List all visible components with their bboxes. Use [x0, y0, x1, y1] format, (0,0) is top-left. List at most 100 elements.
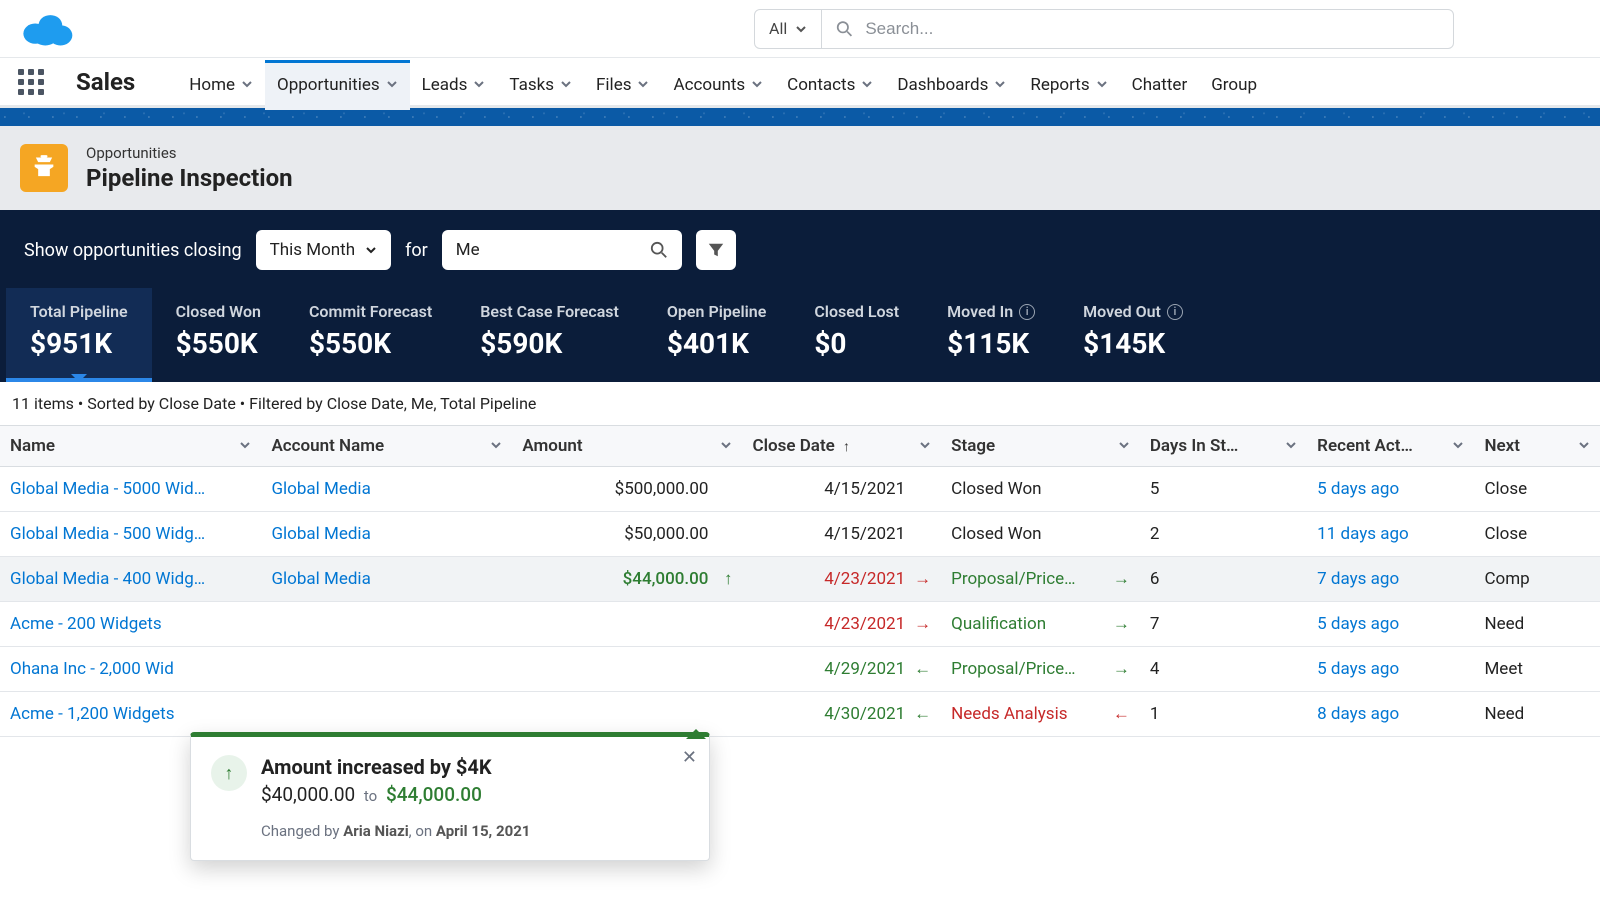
- nav-label: Reports: [1030, 75, 1089, 95]
- column-close-date[interactable]: Close Date ↑: [742, 426, 941, 467]
- popover-to-text: to: [364, 787, 377, 805]
- metric-closed-lost[interactable]: Closed Lost$0: [790, 288, 923, 382]
- recent-activity-link[interactable]: 5 days ago: [1317, 659, 1399, 679]
- chevron-down-icon[interactable]: [720, 436, 732, 456]
- chevron-down-icon[interactable]: [919, 436, 931, 456]
- filter-button[interactable]: [696, 230, 736, 270]
- opportunity-link[interactable]: Global Media - 400 Widg…: [10, 569, 205, 589]
- chevron-down-icon[interactable]: [637, 75, 649, 95]
- chevron-down-icon[interactable]: [994, 75, 1006, 95]
- column-amount[interactable]: Amount: [512, 426, 742, 467]
- close-icon[interactable]: ✕: [682, 747, 697, 768]
- metric-value: $401K: [667, 327, 766, 360]
- owner-value: Me: [456, 240, 480, 260]
- nav-files[interactable]: Files: [584, 60, 661, 110]
- arrow-icon: →: [1113, 659, 1130, 679]
- amount-change-popover: ✕ ↑ Amount increased by $4K $40,000.00 t…: [190, 732, 710, 861]
- nav-tasks[interactable]: Tasks: [497, 60, 584, 110]
- global-search[interactable]: All: [754, 9, 1454, 49]
- metric-label: Open Pipeline: [667, 302, 766, 321]
- cell-next: Close: [1474, 512, 1600, 557]
- nav-group[interactable]: Group: [1199, 60, 1269, 110]
- metric-moved-in[interactable]: Moved Ini$115K: [923, 288, 1059, 382]
- nav-chatter[interactable]: Chatter: [1120, 60, 1200, 110]
- chevron-down-icon[interactable]: [241, 75, 253, 95]
- cell-next: Meet: [1474, 647, 1600, 692]
- app-name: Sales: [76, 68, 135, 96]
- table-row: Ohana Inc - 2,000 Wid4/29/2021←Proposal/…: [0, 647, 1600, 692]
- chevron-down-icon[interactable]: [861, 75, 873, 95]
- metric-value: $590K: [480, 327, 619, 360]
- cell-stage: Needs Analysis←: [941, 692, 1140, 737]
- cell-next: Need: [1474, 602, 1600, 647]
- nav-contacts[interactable]: Contacts: [775, 60, 885, 110]
- opportunity-link[interactable]: Global Media - 500 Widg…: [10, 524, 205, 544]
- search-input[interactable]: [865, 19, 1439, 39]
- recent-activity-link[interactable]: 8 days ago: [1317, 704, 1399, 724]
- close-period-selector[interactable]: This Month: [256, 230, 391, 270]
- cell-close-date: 4/23/2021→: [742, 602, 941, 647]
- nav-leads[interactable]: Leads: [410, 60, 498, 110]
- nav-opportunities[interactable]: Opportunities: [265, 60, 410, 110]
- chevron-down-icon[interactable]: [1096, 75, 1108, 95]
- account-link[interactable]: Global Media: [271, 569, 370, 589]
- popover-values: $40,000.00 to $44,000.00: [261, 783, 492, 806]
- recent-activity-link[interactable]: 5 days ago: [1317, 614, 1399, 634]
- chevron-down-icon[interactable]: [560, 75, 572, 95]
- opportunity-link[interactable]: Acme - 200 Widgets: [10, 614, 162, 634]
- cell-stage: Closed Won: [941, 512, 1140, 557]
- metric-best-case-forecast[interactable]: Best Case Forecast $590K: [456, 288, 643, 382]
- recent-activity-link[interactable]: 11 days ago: [1317, 524, 1409, 544]
- chevron-down-icon[interactable]: [1118, 436, 1130, 456]
- owner-selector[interactable]: Me: [442, 230, 682, 270]
- metric-moved-out[interactable]: Moved Outi$145K: [1059, 288, 1207, 382]
- column-account-name[interactable]: Account Name: [261, 426, 512, 467]
- account-link[interactable]: Global Media: [271, 479, 370, 499]
- nav-reports[interactable]: Reports: [1018, 60, 1119, 110]
- chevron-down-icon[interactable]: [473, 75, 485, 95]
- cell-account: [261, 692, 512, 737]
- column-next[interactable]: Next: [1474, 426, 1600, 467]
- chevron-down-icon[interactable]: [1285, 436, 1297, 456]
- account-link[interactable]: Global Media: [271, 524, 370, 544]
- arrow-up-icon: ↑: [211, 755, 247, 791]
- search-icon: [836, 20, 853, 38]
- opportunity-link[interactable]: Global Media - 5000 Wid…: [10, 479, 205, 499]
- opportunity-link[interactable]: Acme - 1,200 Widgets: [10, 704, 175, 724]
- cell-stage: Closed Won: [941, 467, 1140, 512]
- chevron-down-icon[interactable]: [1452, 436, 1464, 456]
- metric-open-pipeline[interactable]: Open Pipeline $401K: [643, 288, 790, 382]
- nav-label: Chatter: [1132, 75, 1188, 95]
- metric-closed-won[interactable]: Closed Won$550K: [152, 288, 285, 382]
- metric-label: Best Case Forecast: [480, 302, 619, 321]
- nav-home[interactable]: Home: [177, 60, 265, 110]
- opportunity-icon: [20, 144, 68, 192]
- recent-activity-link[interactable]: 5 days ago: [1317, 479, 1399, 499]
- arrow-icon: →: [1113, 614, 1130, 634]
- nav-label: Accounts: [673, 75, 745, 95]
- metric-commit-forecast[interactable]: Commit Forecast$550K: [285, 288, 456, 382]
- info-icon[interactable]: i: [1167, 304, 1183, 320]
- info-icon[interactable]: i: [1019, 304, 1035, 320]
- nav-accounts[interactable]: Accounts: [661, 60, 775, 110]
- cell-account: Global Media: [261, 512, 512, 557]
- metric-total-pipeline[interactable]: Total Pipeline$951K: [6, 288, 152, 382]
- column-name[interactable]: Name: [0, 426, 261, 467]
- salesforce-logo[interactable]: [20, 10, 74, 48]
- column-days-in-st-[interactable]: Days In St…: [1140, 426, 1307, 467]
- column-recent-act-[interactable]: Recent Act…: [1307, 426, 1474, 467]
- metric-value: $550K: [309, 327, 432, 360]
- nav-dashboards[interactable]: Dashboards: [885, 60, 1018, 110]
- cell-close-date: 4/15/2021: [742, 467, 941, 512]
- chevron-down-icon[interactable]: [1578, 436, 1590, 456]
- chevron-down-icon[interactable]: [751, 75, 763, 95]
- column-stage[interactable]: Stage: [941, 426, 1140, 467]
- popover-title: Amount increased by $4K: [261, 755, 492, 779]
- recent-activity-link[interactable]: 7 days ago: [1317, 569, 1399, 589]
- app-launcher-icon[interactable]: [18, 69, 44, 95]
- opportunity-link[interactable]: Ohana Inc - 2,000 Wid: [10, 659, 174, 679]
- chevron-down-icon[interactable]: [490, 436, 502, 456]
- search-scope-selector[interactable]: All: [755, 10, 822, 48]
- chevron-down-icon[interactable]: [386, 75, 398, 95]
- chevron-down-icon[interactable]: [239, 436, 251, 456]
